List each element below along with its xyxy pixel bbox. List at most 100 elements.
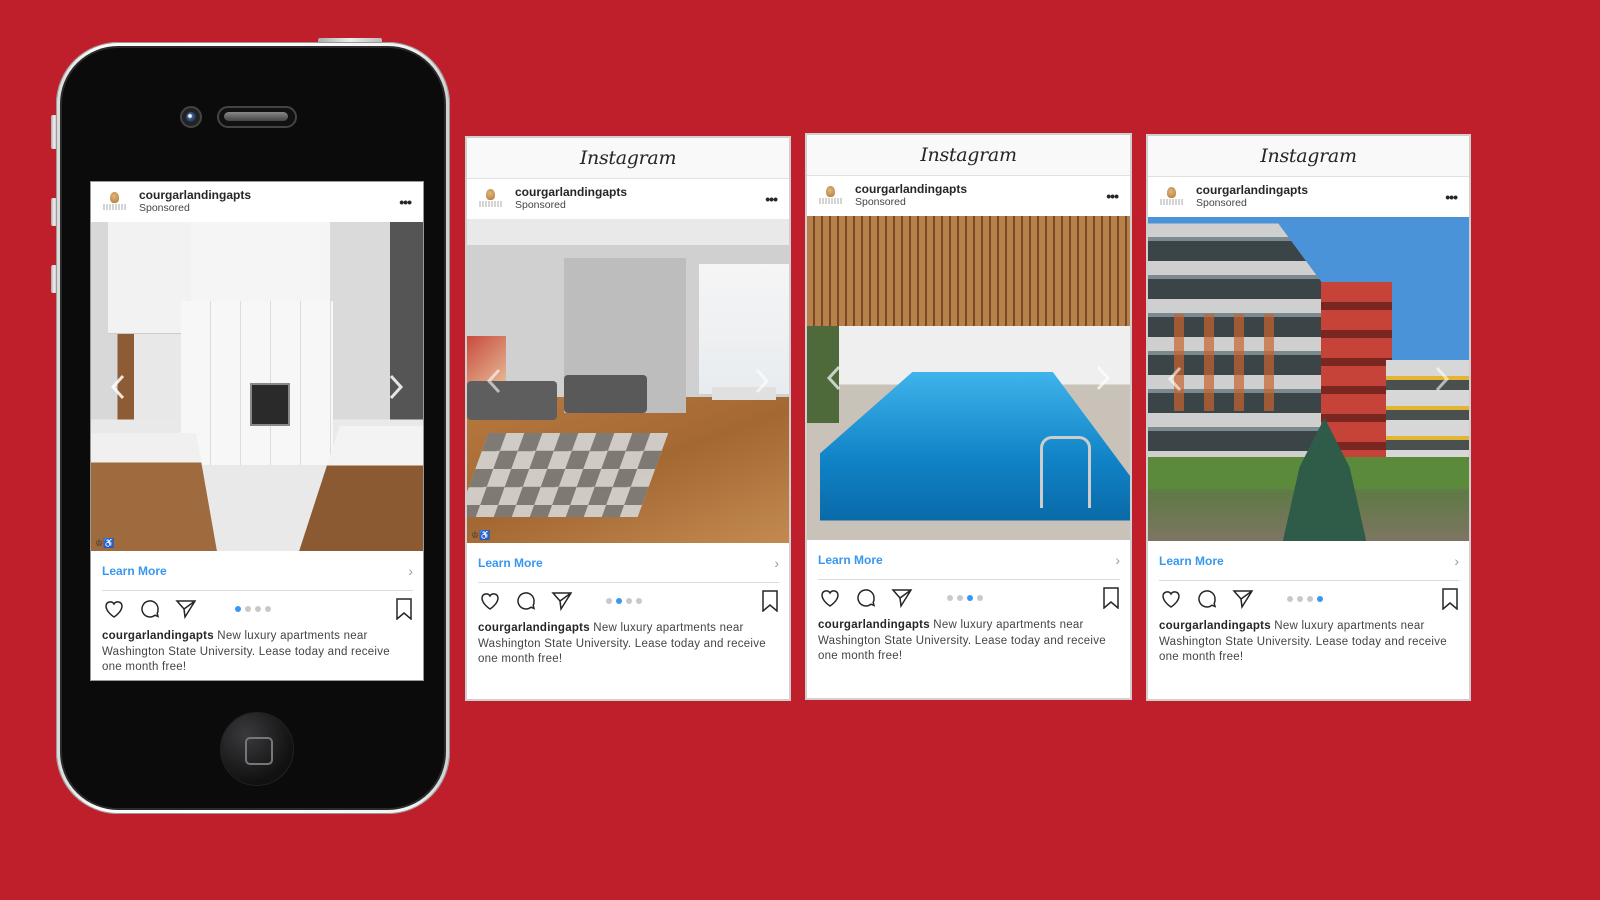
share-icon[interactable] (890, 586, 914, 610)
carousel-indicator (946, 595, 983, 601)
comment-icon[interactable] (854, 586, 878, 610)
username[interactable]: courgarlandingapts (1196, 184, 1308, 197)
share-icon[interactable] (1231, 587, 1255, 611)
chevron-right-icon: › (408, 562, 413, 579)
sponsored-label: Sponsored (515, 199, 566, 211)
instagram-logo: Instagram (920, 144, 1017, 166)
carousel-dot (255, 606, 261, 612)
caption-username[interactable]: courgarlandingapts (478, 622, 590, 634)
chevron-left-icon[interactable] (485, 367, 503, 395)
accessibility-badge: ♔♿ (95, 538, 115, 548)
post-caption: courgarlandingapts New luxury apartments… (807, 616, 1130, 665)
carousel-dot (956, 595, 963, 601)
post-actions (91, 591, 423, 627)
chevron-right-icon[interactable] (1433, 365, 1451, 393)
username[interactable]: courgarlandingapts (139, 189, 251, 202)
learn-more-row[interactable]: Learn More › (818, 540, 1120, 580)
carousel-image-kitchen[interactable]: ♔♿ (91, 222, 423, 551)
learn-more-row[interactable]: Learn More › (102, 551, 413, 591)
more-dots-icon[interactable]: ••• (1445, 189, 1458, 205)
learn-more-row[interactable]: Learn More › (1159, 541, 1459, 581)
learn-more-link[interactable]: Learn More (102, 564, 167, 578)
carousel-dot (1286, 596, 1293, 602)
instagram-header: Instagram (807, 135, 1130, 176)
sponsored-label: Sponsored (139, 202, 190, 214)
post-header: courgarlandingapts Sponsored ••• (1148, 177, 1469, 217)
share-icon[interactable] (550, 589, 574, 613)
post-header: courgarlandingapts Sponsored ••• (91, 182, 423, 222)
instagram-card-2: Instagram courgarlandingapts Sponsored •… (465, 136, 791, 701)
more-dots-icon[interactable]: ••• (399, 194, 412, 210)
post-caption: courgarlandingapts New luxury apartments… (1148, 617, 1469, 666)
carousel-dot (606, 598, 612, 604)
chevron-right-icon: › (1454, 552, 1459, 569)
instagram-logo: Instagram (579, 147, 677, 169)
chevron-right-icon[interactable] (1094, 364, 1112, 392)
more-dots-icon[interactable]: ••• (765, 191, 778, 207)
instagram-header: Instagram (1148, 136, 1469, 177)
heart-icon[interactable] (1159, 587, 1183, 611)
avatar[interactable] (1160, 185, 1184, 209)
carousel-dot (245, 606, 251, 612)
carousel-dot (946, 595, 953, 601)
carousel-dot (1316, 596, 1323, 602)
learn-more-row[interactable]: Learn More › (478, 543, 779, 583)
post-header: courgarlandingapts Sponsored ••• (467, 179, 789, 219)
carousel-dot (966, 595, 973, 601)
instagram-card-3: Instagram courgarlandingapts Sponsored •… (805, 133, 1132, 700)
sponsored-label: Sponsored (855, 196, 906, 208)
carousel-image-apartment-building[interactable] (1148, 217, 1469, 541)
instagram-card-4: Instagram courgarlandingapts Sponsored •… (1146, 134, 1471, 701)
bookmark-icon[interactable] (395, 598, 413, 621)
caption-username[interactable]: courgarlandingapts (102, 630, 214, 642)
chevron-right-icon: › (1115, 551, 1120, 568)
learn-more-link[interactable]: Learn More (818, 553, 883, 567)
carousel-dot (616, 598, 622, 604)
avatar[interactable] (103, 190, 127, 214)
carousel-indicator (235, 606, 271, 612)
comment-icon[interactable] (514, 589, 538, 613)
bookmark-icon[interactable] (761, 590, 779, 613)
comment-icon[interactable] (138, 597, 162, 621)
carousel-dot (636, 598, 642, 604)
carousel-dot (265, 606, 271, 612)
chevron-left-icon[interactable] (825, 364, 843, 392)
chevron-left-icon[interactable] (1166, 365, 1184, 393)
post-actions (1148, 581, 1469, 617)
carousel-image-indoor-pool[interactable] (807, 216, 1130, 540)
post-actions (467, 583, 789, 619)
chevron-right-icon[interactable] (753, 367, 771, 395)
bookmark-icon[interactable] (1441, 588, 1459, 611)
post-header: courgarlandingapts Sponsored ••• (807, 176, 1130, 216)
instagram-header: Instagram (467, 138, 789, 179)
caption-username[interactable]: courgarlandingapts (1159, 620, 1271, 632)
comment-icon[interactable] (1195, 587, 1219, 611)
chevron-right-icon[interactable] (387, 373, 405, 401)
heart-icon[interactable] (478, 589, 502, 613)
carousel-dot (626, 598, 632, 604)
caption-username[interactable]: courgarlandingapts (818, 619, 930, 631)
learn-more-link[interactable]: Learn More (1159, 554, 1224, 568)
username[interactable]: courgarlandingapts (855, 183, 967, 196)
avatar[interactable] (819, 184, 843, 208)
chevron-right-icon: › (774, 554, 779, 571)
sponsored-label: Sponsored (1196, 197, 1247, 209)
post-caption: courgarlandingapts New luxury apartments… (91, 627, 423, 676)
bookmark-icon[interactable] (1102, 587, 1120, 610)
carousel-dot (235, 606, 241, 612)
phone-mockup: courgarlandingapts Sponsored ••• ♔♿ Lear… (56, 42, 450, 814)
learn-more-link[interactable]: Learn More (478, 556, 543, 570)
earpiece-speaker (217, 106, 297, 128)
username[interactable]: courgarlandingapts (515, 186, 627, 199)
carousel-dot (1306, 596, 1313, 602)
phone-screen-post: courgarlandingapts Sponsored ••• ♔♿ Lear… (90, 181, 424, 681)
heart-icon[interactable] (818, 586, 842, 610)
avatar[interactable] (479, 187, 503, 211)
accessibility-badge: ♔♿ (471, 530, 491, 540)
chevron-left-icon[interactable] (109, 373, 127, 401)
instagram-logo: Instagram (1260, 145, 1357, 167)
more-dots-icon[interactable]: ••• (1106, 188, 1119, 204)
share-icon[interactable] (174, 597, 198, 621)
heart-icon[interactable] (102, 597, 126, 621)
carousel-image-living-room[interactable]: ♔♿ (467, 219, 789, 543)
